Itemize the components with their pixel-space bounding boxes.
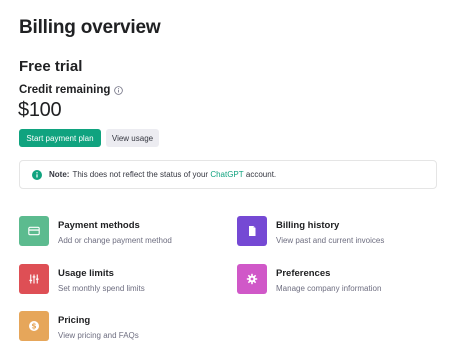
card-title: Preferences bbox=[276, 268, 331, 279]
payment-methods-card[interactable]: Payment methods Add or change payment me… bbox=[19, 216, 172, 246]
card-subtitle: View past and current invoices bbox=[276, 236, 385, 245]
card-subtitle: Manage company information bbox=[276, 284, 382, 293]
plan-name: Free trial bbox=[19, 58, 83, 75]
page-title: Billing overview bbox=[19, 17, 161, 38]
credit-remaining-label: Credit remaining bbox=[19, 84, 124, 96]
info-filled-icon bbox=[32, 169, 42, 180]
pricing-card[interactable]: $ Pricing View pricing and FAQs bbox=[19, 311, 139, 341]
card-title: Payment methods bbox=[58, 220, 140, 231]
dollar-icon: $ bbox=[19, 311, 49, 341]
usage-limits-card[interactable]: Usage limits Set monthly spend limits bbox=[19, 264, 145, 294]
card-title: Usage limits bbox=[58, 268, 114, 279]
note-text-end: account. bbox=[245, 170, 277, 179]
preferences-card[interactable]: Preferences Manage company information bbox=[237, 264, 381, 294]
note-text: This does not reflect the status of your bbox=[72, 170, 209, 179]
view-usage-button[interactable]: View usage bbox=[106, 129, 159, 147]
svg-text:$: $ bbox=[31, 322, 36, 331]
gear-icon bbox=[237, 264, 267, 294]
start-payment-plan-button[interactable]: Start payment plan bbox=[19, 129, 101, 147]
credit-card-icon bbox=[19, 216, 49, 246]
billing-history-card[interactable]: Billing history View past and current in… bbox=[237, 216, 384, 246]
credit-label-text: Credit remaining bbox=[19, 84, 111, 96]
card-title: Billing history bbox=[276, 220, 340, 231]
info-icon[interactable] bbox=[114, 85, 124, 95]
document-icon bbox=[237, 216, 267, 246]
sliders-icon bbox=[19, 264, 49, 294]
note-banner: Note: This does not reflect the status o… bbox=[19, 160, 437, 189]
chatgpt-link[interactable]: ChatGPT bbox=[210, 170, 243, 179]
note-prefix: Note: bbox=[49, 170, 70, 179]
card-title: Pricing bbox=[58, 315, 91, 326]
card-subtitle: View pricing and FAQs bbox=[58, 331, 139, 340]
card-subtitle: Add or change payment method bbox=[58, 236, 172, 245]
card-subtitle: Set monthly spend limits bbox=[58, 284, 145, 293]
credit-amount: $100 bbox=[18, 99, 62, 121]
